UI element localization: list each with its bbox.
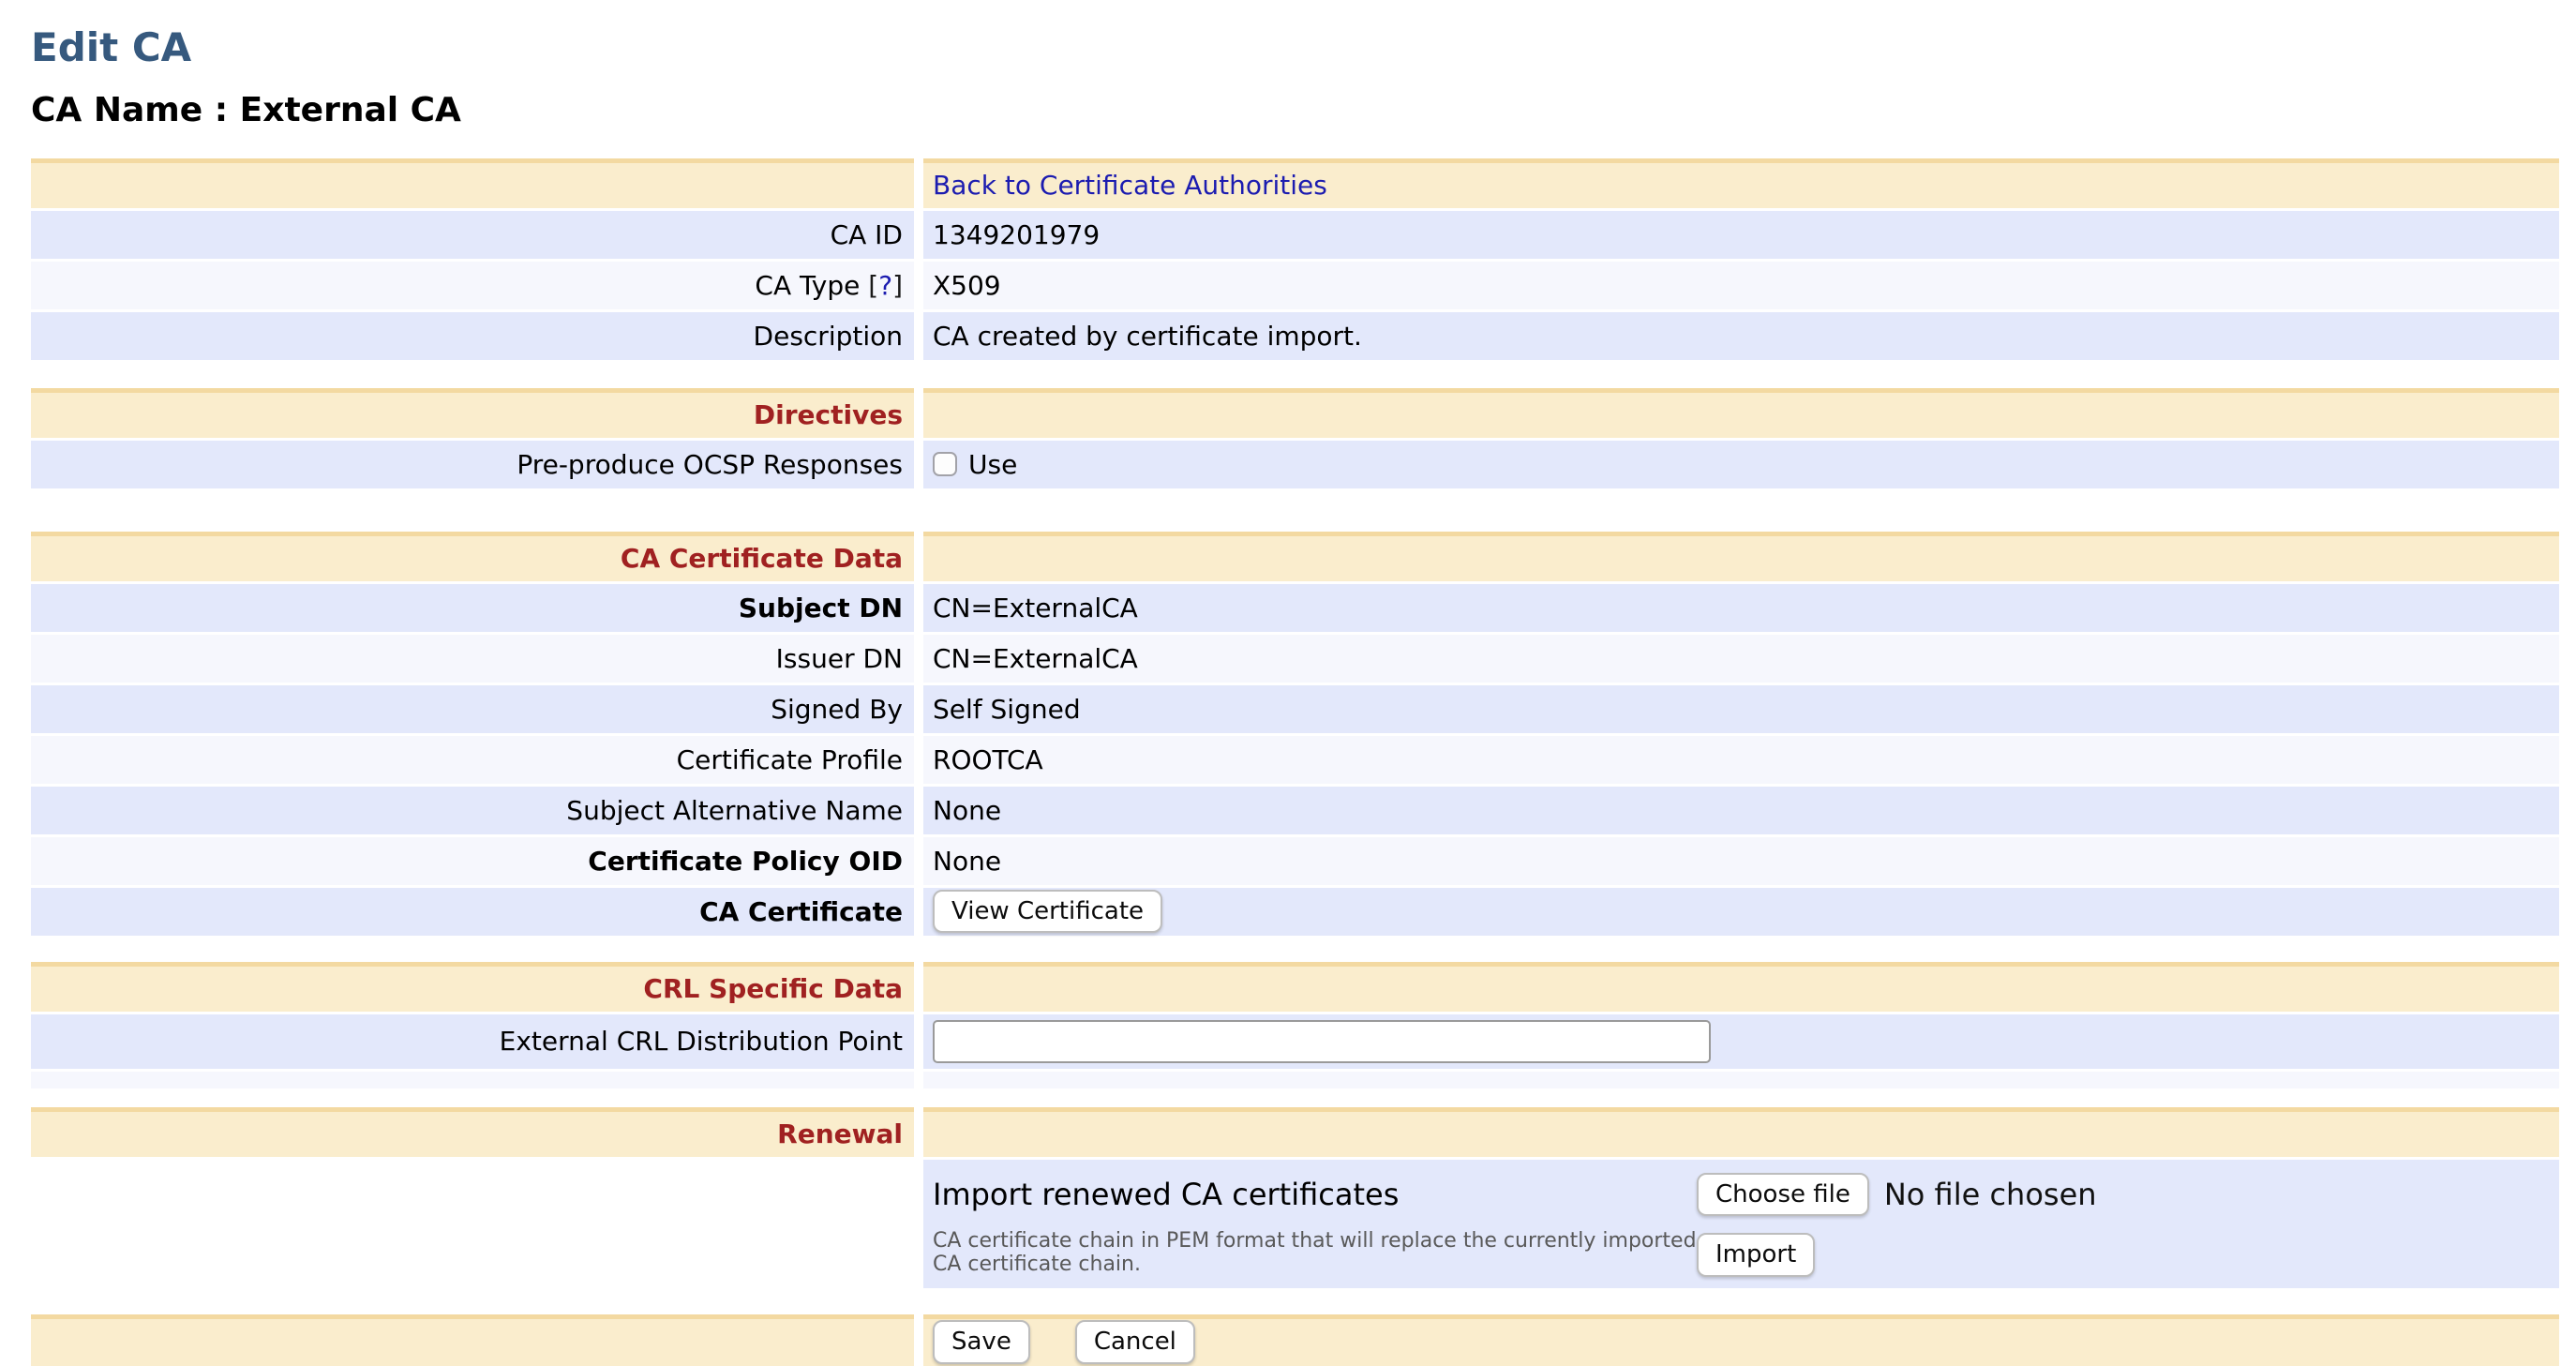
renewal-section-title: Renewal	[777, 1118, 903, 1149]
general-info-table: Back to Certificate Authorities CA ID 13…	[31, 158, 2559, 360]
choose-file-button[interactable]: Choose file	[1697, 1173, 1869, 1217]
table-row: Subject DN CN=ExternalCA	[31, 584, 2559, 632]
external-crl-distribution-point-label: External CRL Distribution Point	[31, 1014, 914, 1069]
table-row: Signed By Self Signed	[31, 685, 2559, 733]
ca-type-help-link[interactable]: ?	[878, 270, 892, 301]
table-row: External CRL Distribution Point	[31, 1014, 2559, 1069]
table-row	[31, 1072, 2559, 1088]
directives-section-title: Directives	[754, 399, 903, 430]
preproduce-ocsp-checkbox[interactable]	[933, 452, 957, 476]
directives-table: Directives Pre-produce OCSP Responses Us…	[31, 388, 2559, 488]
subject-alternative-name-value: None	[923, 787, 2559, 834]
preproduce-ocsp-value-cell: Use	[923, 441, 2559, 488]
footer-actions-row: Save Cancel	[31, 1314, 2559, 1366]
table-row: CA Certificate View Certificate	[31, 888, 2559, 936]
preproduce-ocsp-checkbox-label: Use	[968, 449, 1017, 480]
crl-section-title: CRL Specific Data	[643, 973, 903, 1004]
subject-dn-value: CN=ExternalCA	[923, 584, 2559, 632]
general-header-value-cell: Back to Certificate Authorities	[923, 158, 2559, 208]
view-certificate-button[interactable]: View Certificate	[933, 890, 1162, 934]
subject-dn-label: Subject DN	[31, 584, 914, 632]
ca-certificate-data-header-row: CA Certificate Data	[31, 532, 2559, 581]
certificate-profile-label: Certificate Profile	[31, 736, 914, 784]
import-button[interactable]: Import	[1697, 1233, 1815, 1277]
ca-certificate-label: CA Certificate	[31, 888, 914, 936]
no-file-chosen-text: No file chosen	[1884, 1177, 2097, 1212]
ca-type-label: CA Type [?]	[31, 262, 914, 309]
import-renewed-ca-certificates-label: Import renewed CA certificates	[933, 1173, 1697, 1217]
table-row: Certificate Policy OID None	[31, 837, 2559, 885]
signed-by-value: Self Signed	[923, 685, 2559, 733]
issuer-dn-value: CN=ExternalCA	[923, 635, 2559, 683]
renewal-header-row: Renewal	[31, 1107, 2559, 1157]
table-row: CA ID 1349201979	[31, 211, 2559, 259]
renewal-table: Renewal Import renewed CA certificates C…	[31, 1107, 2559, 1288]
ca-certificate-data-table: CA Certificate Data Subject DN CN=Extern…	[31, 532, 2559, 936]
directives-section-title-cell: Directives	[31, 388, 914, 438]
ca-id-label: CA ID	[31, 211, 914, 259]
footer-actions-table: Save Cancel	[31, 1314, 2559, 1366]
save-button[interactable]: Save	[933, 1320, 1030, 1364]
back-to-certificate-authorities-link[interactable]: Back to Certificate Authorities	[933, 170, 1327, 201]
certificate-policy-oid-value: None	[923, 837, 2559, 885]
description-value: CA created by certificate import.	[923, 312, 2559, 360]
preproduce-ocsp-label: Pre-produce OCSP Responses	[31, 441, 914, 488]
crl-header-row: CRL Specific Data	[31, 962, 2559, 1012]
crl-specific-data-table: CRL Specific Data External CRL Distribut…	[31, 962, 2559, 1088]
page-title: Edit CA	[31, 24, 2559, 71]
issuer-dn-label: Issuer DN	[31, 635, 914, 683]
table-row: Pre-produce OCSP Responses Use	[31, 441, 2559, 488]
certificate-policy-oid-label: Certificate Policy OID	[31, 837, 914, 885]
table-row: Certificate Profile ROOTCA	[31, 736, 2559, 784]
table-row: Subject Alternative Name None	[31, 787, 2559, 834]
table-row: Issuer DN CN=ExternalCA	[31, 635, 2559, 683]
general-header-row: Back to Certificate Authorities	[31, 158, 2559, 208]
ca-name-heading: CA Name : External CA	[31, 90, 2559, 130]
renewal-content-row: Import renewed CA certificates Choose fi…	[31, 1160, 2559, 1288]
external-crl-distribution-point-input[interactable]	[933, 1020, 1711, 1063]
ca-type-value: X509	[923, 262, 2559, 309]
cancel-button[interactable]: Cancel	[1075, 1320, 1195, 1364]
table-row: CA Type [?] X509	[31, 262, 2559, 309]
description-label: Description	[31, 312, 914, 360]
ca-certificate-data-section-title: CA Certificate Data	[621, 543, 903, 574]
signed-by-label: Signed By	[31, 685, 914, 733]
ca-id-value: 1349201979	[923, 211, 2559, 259]
subject-alternative-name-label: Subject Alternative Name	[31, 787, 914, 834]
general-header-label-cell	[31, 158, 914, 208]
renewal-help-text: CA certificate chain in PEM format that …	[933, 1229, 1697, 1277]
directives-header-row: Directives	[31, 388, 2559, 438]
ca-certificate-value-cell: View Certificate	[923, 888, 2559, 936]
table-row: Description CA created by certificate im…	[31, 312, 2559, 360]
certificate-profile-value: ROOTCA	[923, 736, 2559, 784]
